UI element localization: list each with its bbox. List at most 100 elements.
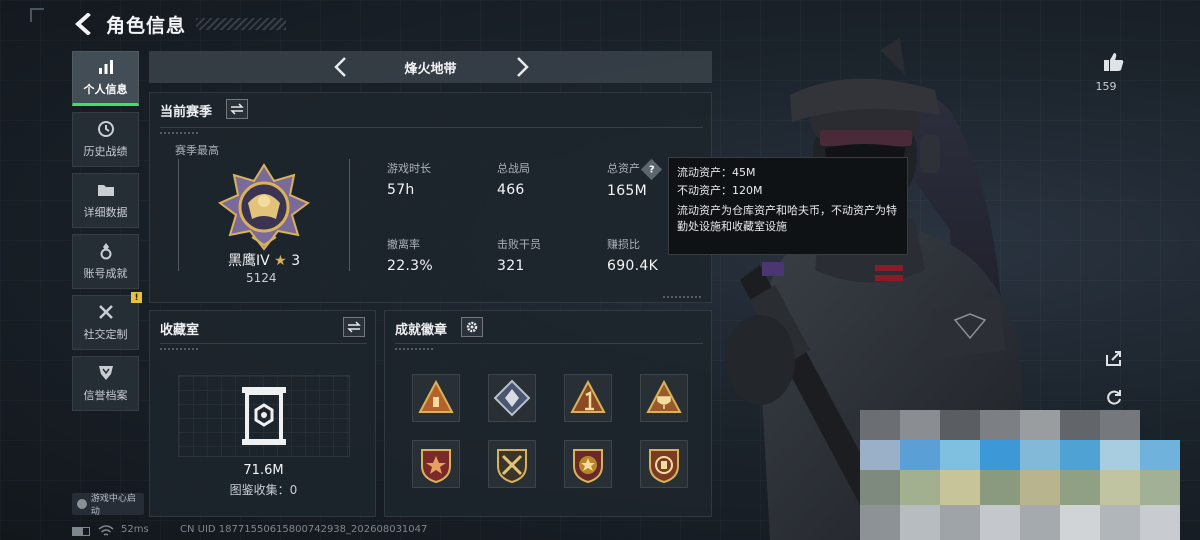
stat-value: 690.4K [607, 258, 659, 274]
sidebar-item-history[interactable]: 历史战绩 [72, 112, 139, 167]
uid-text: CN UID 18771550615800742938_202608031047 [180, 524, 428, 535]
season-switch-button[interactable] [226, 99, 248, 119]
badges-panel: 成就徽章 [384, 310, 712, 517]
rank-name: 黑鹰IV [228, 253, 270, 269]
badges-title: 成就徽章 [395, 323, 448, 338]
sidebar-item-details[interactable]: 详细数据 [72, 173, 139, 228]
thumbs-up-icon [1104, 53, 1124, 71]
sidebar-item-social[interactable]: ! 社交定制 [72, 292, 142, 350]
game-center-launcher[interactable]: 游戏中心启动 [72, 493, 144, 517]
stat-total-matches: 总战局 466 [497, 160, 530, 198]
mode-selector: 烽火地带 [149, 51, 712, 83]
number-one-triangle-badge-icon [570, 379, 606, 413]
stat-total-assets: 总资产? 165M [607, 158, 663, 199]
micro-decoration [395, 348, 435, 350]
medal-icon [100, 243, 111, 260]
back-arrow-icon [75, 13, 91, 35]
corner-decoration [30, 8, 44, 22]
like-count: 159 [1095, 80, 1117, 93]
stat-label: 击败干员 [497, 238, 541, 251]
refresh-icon [1107, 390, 1121, 405]
shield-icon [98, 366, 113, 380]
stat-value: 22.3% [387, 258, 433, 274]
title-decoration [196, 18, 286, 30]
micro-decoration [160, 132, 200, 134]
display-case-icon [242, 387, 286, 445]
achievement-badge[interactable] [564, 374, 612, 422]
divider [395, 343, 703, 344]
notification-badge: ! [131, 292, 142, 303]
help-icon[interactable]: ? [640, 158, 663, 180]
mode-next-button[interactable] [510, 54, 536, 80]
collection-panel[interactable]: 收藏室 71.6M 图鉴收集：0 [149, 310, 376, 517]
wifi-icon [98, 525, 114, 536]
trophy-triangle-badge-icon [646, 379, 682, 413]
stat-label: 赚损比 [607, 238, 640, 251]
achievement-badge[interactable] [564, 440, 612, 488]
stat-value: 57h [387, 182, 415, 198]
swap-icon [347, 321, 361, 333]
crossed-guns-shield-badge-icon [497, 449, 527, 484]
ping-value: 52ms [121, 524, 149, 535]
like-button[interactable] [1100, 48, 1128, 76]
stat-value: 321 [497, 258, 525, 274]
micro-decoration [663, 296, 703, 298]
stat-label: 总资产 [607, 162, 640, 175]
tooltip-liquid-assets: 流动资产：45M [677, 166, 756, 179]
sidebar-item-achievements[interactable]: 账号成就 [72, 234, 139, 289]
micro-decoration [160, 348, 200, 350]
collection-value: 71.6M [243, 463, 284, 478]
folder-icon [97, 185, 114, 196]
achievement-badge[interactable] [488, 440, 536, 488]
achievement-badge[interactable] [412, 374, 460, 422]
stat-label: 撤离率 [387, 238, 420, 251]
collection-title: 收藏室 [160, 323, 200, 338]
badges-settings-button[interactable] [461, 317, 483, 337]
page-title: 角色信息 [106, 15, 187, 37]
stat-extraction-rate: 撤离率 22.3% [387, 236, 433, 274]
battery-icon [72, 527, 90, 536]
sidebar-item-reputation[interactable]: 信誉档案 [72, 356, 139, 411]
assets-tooltip: 流动资产：45M 不动资产：120M 流动资产为仓库资产和哈夫币，不动资产为特勤… [668, 157, 908, 255]
rank-stars: 3 [291, 253, 301, 269]
chevron-right-icon [517, 57, 529, 77]
rank-score: 5124 [246, 271, 277, 285]
mode-prev-button[interactable] [327, 54, 353, 80]
collection-catalog: 图鉴收集：0 [229, 483, 298, 497]
stat-playtime: 游戏时长 57h [387, 160, 431, 198]
mode-name: 烽火地带 [404, 61, 457, 77]
tooltip-description: 流动资产为仓库资产和哈夫币，不动资产为特勤处设施和收藏室设施 [677, 204, 897, 233]
rank-name-row: 黑鹰IV ★ 3 [228, 250, 300, 270]
gold-star-shield-badge-icon [573, 449, 603, 484]
sidebar-item-profile[interactable]: 个人信息 [72, 51, 139, 106]
share-icon [1106, 351, 1121, 366]
star-icon: ★ [274, 253, 287, 269]
chevron-left-icon [334, 57, 346, 77]
sidebar-item-label: 社交定制 [83, 328, 128, 341]
sidebar-item-label: 详细数据 [83, 206, 128, 219]
emblem-shield-badge-icon [649, 449, 679, 484]
bar-chart-icon [98, 60, 113, 74]
stat-value: 466 [497, 182, 525, 198]
tooltip-fixed-assets: 不动资产：120M [677, 184, 763, 197]
swap-icon [230, 103, 244, 115]
stat-profit-loss-ratio: 赚损比 690.4K [607, 236, 658, 274]
collection-switch-button[interactable] [343, 317, 365, 337]
red-star-shield-badge-icon [421, 449, 451, 484]
share-button[interactable] [1100, 344, 1128, 372]
tools-icon [98, 305, 113, 319]
crystal-diamond-badge-icon [493, 379, 531, 417]
rank-emblem-icon [218, 163, 310, 251]
back-button[interactable] [70, 10, 98, 38]
achievement-badge[interactable] [488, 374, 536, 422]
orange-triangle-badge-icon [418, 379, 454, 413]
gear-icon [466, 321, 478, 333]
achievement-badge[interactable] [412, 440, 460, 488]
achievement-badge[interactable] [640, 374, 688, 422]
achievement-badge[interactable] [640, 440, 688, 488]
stat-label-row: 总资产? [607, 158, 663, 180]
sidebar-item-label: 历史战绩 [83, 145, 128, 158]
refresh-button[interactable] [1100, 383, 1128, 411]
sidebar-item-label: 账号成就 [83, 267, 128, 280]
stat-value: 165M [607, 182, 648, 199]
